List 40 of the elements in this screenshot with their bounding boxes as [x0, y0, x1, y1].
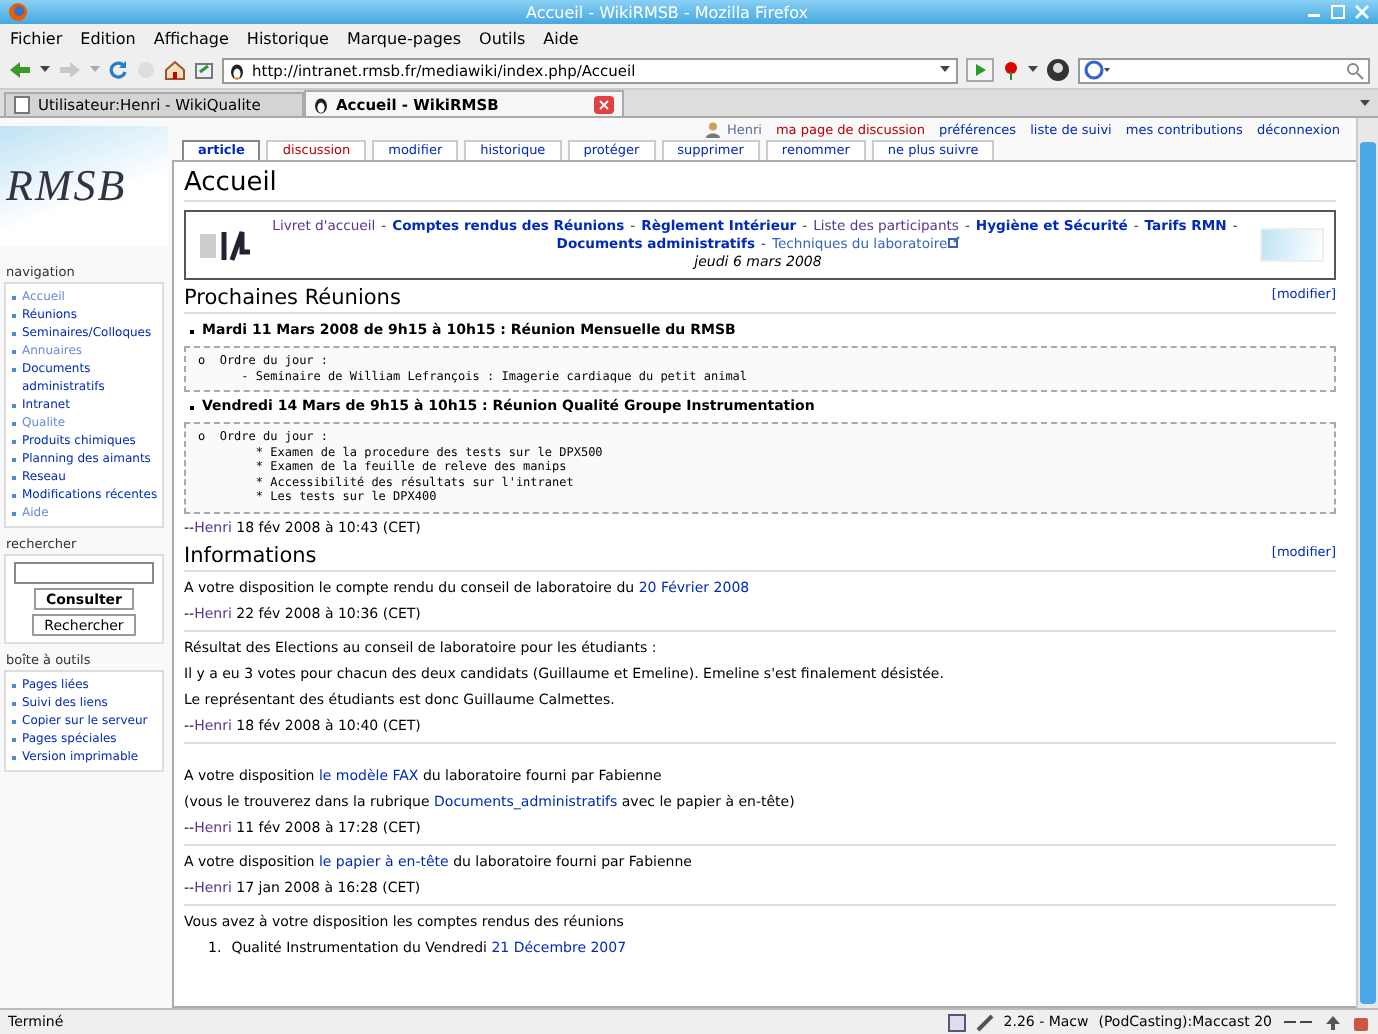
menu-item[interactable]: Fichier: [10, 29, 63, 47]
page-title: Accueil: [184, 166, 1336, 202]
caret-icon[interactable]: [1028, 66, 1038, 74]
penguin-icon: [314, 95, 328, 113]
rmsb-logo-icon: [1260, 228, 1324, 262]
close-tab-icon[interactable]: [594, 95, 614, 113]
section-heading: Prochaines Réunions: [184, 286, 401, 312]
external-link-icon: [947, 236, 960, 248]
menu-item[interactable]: Aide: [543, 29, 579, 47]
site-logo[interactable]: RMSB: [0, 126, 168, 246]
scroll-thumb[interactable]: [1360, 142, 1376, 1004]
section-heading: Informations: [184, 543, 317, 569]
caret-icon[interactable]: [40, 66, 50, 74]
menu-item[interactable]: Outils: [479, 29, 526, 47]
menu-item[interactable]: Historique: [246, 29, 329, 47]
browser-logo-icon: [8, 2, 28, 22]
page-arrow-icon[interactable]: [194, 60, 214, 80]
search-input[interactable]: [14, 562, 154, 584]
window-title: Accueil - WikiRMSB - Mozilla Firefox: [524, 3, 810, 21]
menu-item[interactable]: Marque-pages: [346, 29, 462, 47]
reload-icon[interactable]: [108, 60, 128, 80]
lab-logo-icon: [196, 227, 256, 263]
page-icon: [14, 96, 30, 114]
menu-item[interactable]: Edition: [80, 29, 136, 47]
user-icon: [706, 121, 721, 137]
document-icon[interactable]: [947, 1013, 966, 1031]
scrollbar[interactable]: [1356, 118, 1378, 1008]
search-engine-icon[interactable]: [1084, 60, 1112, 80]
maximize-icon[interactable]: [1330, 4, 1346, 20]
home-icon[interactable]: [164, 60, 186, 80]
search-field[interactable]: [1078, 57, 1370, 83]
go-icon[interactable]: [966, 58, 994, 82]
close-icon[interactable]: [1354, 4, 1370, 20]
back-icon[interactable]: [8, 60, 32, 80]
search-icon[interactable]: [1346, 61, 1364, 79]
menu-item[interactable]: Affichage: [153, 29, 229, 47]
penguin-icon: [230, 61, 244, 79]
caret-icon[interactable]: [1360, 100, 1370, 108]
caret-icon[interactable]: [940, 66, 950, 74]
upload-icon[interactable]: [1324, 1013, 1342, 1031]
